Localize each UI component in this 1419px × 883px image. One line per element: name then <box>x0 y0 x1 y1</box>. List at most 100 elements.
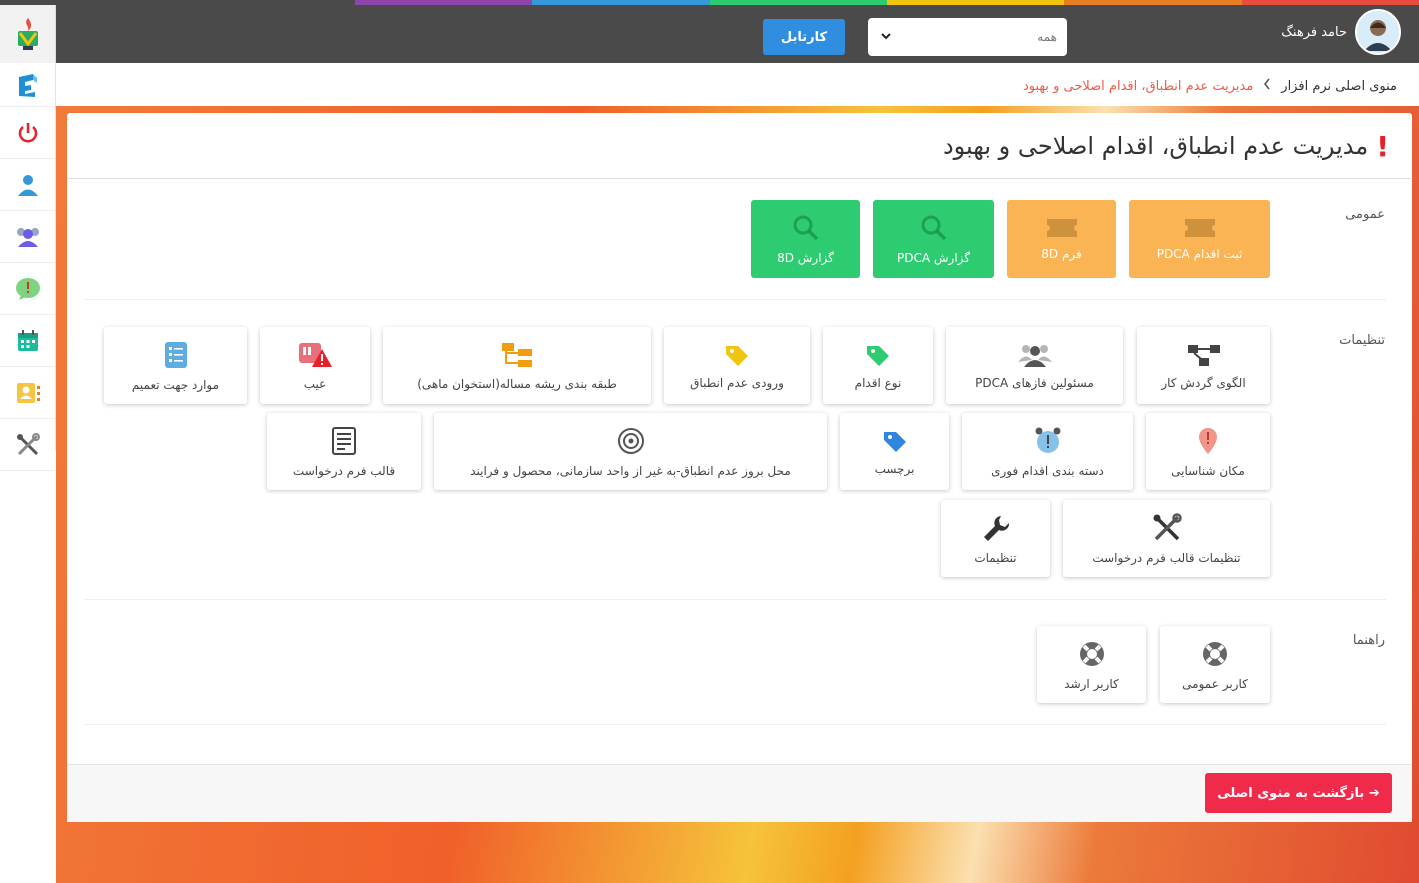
tile-defect[interactable]: عیب <box>260 327 370 404</box>
sidebar-item-profile[interactable] <box>0 159 55 211</box>
sidebar-item-logout[interactable] <box>0 107 55 159</box>
user-profile[interactable]: حامد فرهنگ <box>1281 9 1401 55</box>
tile-label: نوع اقدام <box>854 375 902 390</box>
sidebar-item-calendar[interactable] <box>0 315 55 367</box>
tile-generalization-items[interactable]: موارد جهت تعمیم <box>104 327 247 404</box>
tile-pdca-phase-owners[interactable]: مسئولین فازهای PDCA <box>946 327 1123 404</box>
title-divider <box>68 178 1411 179</box>
contact-card-icon <box>16 382 40 403</box>
tile-detection-location[interactable]: مکان شناسایی <box>1146 413 1270 490</box>
checklist-icon <box>164 341 187 368</box>
sidebar <box>0 63 56 471</box>
tile-label: الگوی گردش کار <box>1161 375 1246 390</box>
tile-request-form-template-settings[interactable]: تنظیمات قالب فرم درخواست <box>1063 500 1270 577</box>
back-button-label: بازگشت به منوی اصلی <box>1217 785 1365 801</box>
tag-icon <box>883 431 906 452</box>
section-label-guide: راهنما <box>1352 633 1385 648</box>
back-to-main-menu-button[interactable]: ➔ بازگشت به منوی اصلی <box>1205 773 1392 813</box>
tile-form-8d[interactable]: فرم 8D <box>1007 200 1116 278</box>
tile-general-user-guide[interactable]: کاربر عمومی <box>1160 626 1270 703</box>
power-icon <box>18 122 37 142</box>
tag-icon <box>867 345 889 366</box>
tile-report-pdca[interactable]: گزارش PDCA <box>873 200 994 278</box>
arrow-right-icon: ➔ <box>1368 785 1380 801</box>
ticket-icon <box>1184 219 1215 237</box>
user-photo-icon <box>1357 11 1399 53</box>
avatar[interactable] <box>1355 9 1401 55</box>
logo-icon <box>17 18 38 50</box>
tile-label: کاربر عمومی <box>1182 676 1248 691</box>
sidebar-item-tools[interactable] <box>0 419 55 471</box>
tile-label: ثبت اقدام PDCA <box>1156 247 1243 261</box>
target-icon <box>617 427 644 454</box>
tile-workflow-pattern[interactable]: الگوی گردش کار <box>1137 327 1270 404</box>
tile-settings[interactable]: تنظیمات <box>941 500 1050 577</box>
tile-nonconformity-input[interactable]: ورودی عدم انطباق <box>664 327 810 404</box>
user-icon <box>17 174 38 196</box>
wrench-icon <box>983 515 1009 541</box>
cartable-button[interactable]: کارتابل <box>763 19 845 55</box>
sidebar-item-users[interactable] <box>0 211 55 263</box>
tile-label: گزارش PDCA <box>896 251 970 265</box>
breadcrumb: منوی اصلی نرم افزار مدیریت عدم انطباق، ا… <box>1023 66 1397 106</box>
filter-select-value: همه <box>1037 30 1057 44</box>
tile-label: گزارش 8D <box>777 251 834 265</box>
tile-label: قالب فرم درخواست <box>292 463 396 478</box>
tile-label: فرم 8D <box>1041 247 1082 261</box>
tile-label: ورودی عدم انطباق <box>690 375 784 390</box>
map-pin-alert-icon <box>1199 427 1217 454</box>
tile-label: عیب <box>303 376 327 391</box>
tools-icon <box>16 432 40 455</box>
tile-senior-user-guide[interactable]: کاربر ارشد <box>1037 626 1146 703</box>
user-name: حامد فرهنگ <box>1281 24 1347 40</box>
tile-label: محل بروز عدم انطباق-به غیر از واحد سازما… <box>470 463 791 478</box>
tag-icon <box>726 345 748 366</box>
tile-label: برچسب <box>874 461 915 476</box>
tile-label: تنظیمات <box>974 550 1017 565</box>
sidebar-item-messages[interactable] <box>0 263 55 315</box>
sidebar-item-contacts[interactable] <box>0 367 55 419</box>
tile-label: موارد جهت تعمیم <box>131 377 220 392</box>
tile-label-tag[interactable]: برچسب <box>840 413 949 490</box>
search-icon <box>921 215 946 241</box>
tile-root-cause-classification[interactable]: طبقه بندی ریشه مساله(استخوان ماهی) <box>383 327 651 404</box>
users-icon <box>1017 344 1052 367</box>
tile-request-form-template[interactable]: قالب فرم درخواست <box>267 413 421 490</box>
tile-report-8d[interactable]: گزارش 8D <box>751 200 860 278</box>
tile-label: مکان شناسایی <box>1171 463 1245 478</box>
tile-label: تنظیمات قالب فرم درخواست <box>1092 550 1241 565</box>
tile-nonconformity-origin[interactable]: محل بروز عدم انطباق-به غیر از واحد سازما… <box>434 413 827 490</box>
section-label-settings: تنظیمات <box>1339 333 1385 348</box>
lifebuoy-icon <box>1203 641 1227 666</box>
chevron-down-icon <box>880 30 892 45</box>
lifebuoy-icon <box>1079 641 1104 666</box>
section-divider <box>84 724 1386 725</box>
section-label-general: عمومی <box>1345 207 1385 222</box>
filter-select[interactable]: همه <box>868 18 1067 56</box>
tile-register-pdca[interactable]: ثبت اقدام PDCA <box>1129 200 1270 278</box>
app-logo[interactable] <box>0 5 56 63</box>
tile-label: دسته بندی اقدام فوری <box>991 463 1104 478</box>
tile-urgent-action-category[interactable]: دسته بندی اقدام فوری <box>962 413 1133 490</box>
top-bar <box>0 5 1419 63</box>
sidebar-item-home[interactable] <box>0 63 55 107</box>
app-brand-icon <box>18 73 37 97</box>
chat-alert-icon <box>15 277 40 300</box>
form-template-icon <box>332 426 356 455</box>
tile-label: طبقه بندی ریشه مساله(استخوان ماهی) <box>417 376 617 391</box>
page-title: مدیریت عدم انطباق، اقدام اصلاحی و بهبود <box>942 132 1369 160</box>
tile-label: کاربر ارشد <box>1064 676 1119 691</box>
workflow-icon <box>1187 344 1220 366</box>
breadcrumb-home-link[interactable]: منوی اصلی نرم افزار <box>1281 79 1397 94</box>
tools-icon <box>1153 512 1182 540</box>
section-divider <box>84 599 1386 600</box>
ticket-icon <box>1046 219 1077 237</box>
users-icon <box>16 227 39 247</box>
tile-label: مسئولین فازهای PDCA <box>975 375 1094 390</box>
defect-warning-icon <box>299 342 332 367</box>
exclamation-icon: ! <box>1376 129 1389 163</box>
hierarchy-icon <box>502 342 532 367</box>
alarm-clock-icon <box>1035 427 1060 453</box>
breadcrumb-current[interactable]: مدیریت عدم انطباق، اقدام اصلاحی و بهبود <box>1023 79 1253 94</box>
tile-action-type[interactable]: نوع اقدام <box>823 327 933 404</box>
